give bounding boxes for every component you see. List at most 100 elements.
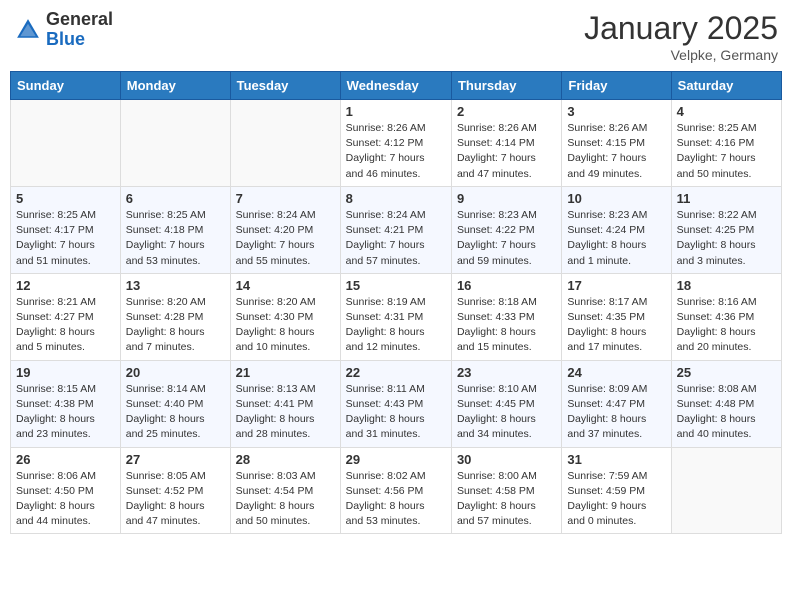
day-number: 9 xyxy=(457,191,556,206)
day-number: 2 xyxy=(457,104,556,119)
day-number: 28 xyxy=(236,452,335,467)
day-number: 14 xyxy=(236,278,335,293)
calendar-week-row: 5 Sunrise: 8:25 AM Sunset: 4:17 PM Daylig… xyxy=(11,186,782,273)
day-info: Sunrise: 8:21 AM Sunset: 4:27 PM Dayligh… xyxy=(16,295,115,356)
calendar-cell xyxy=(230,100,340,187)
calendar-cell: 21 Sunrise: 8:13 AM Sunset: 4:41 PM Dayli… xyxy=(230,360,340,447)
weekday-header: Thursday xyxy=(451,72,561,100)
day-number: 4 xyxy=(677,104,776,119)
calendar-cell: 5 Sunrise: 8:25 AM Sunset: 4:17 PM Daylig… xyxy=(11,186,121,273)
day-number: 31 xyxy=(567,452,665,467)
day-number: 17 xyxy=(567,278,665,293)
day-number: 16 xyxy=(457,278,556,293)
day-info: Sunrise: 8:26 AM Sunset: 4:14 PM Dayligh… xyxy=(457,121,556,182)
page-header: General Blue January 2025 Velpke, German… xyxy=(10,10,782,63)
day-number: 1 xyxy=(346,104,446,119)
day-number: 13 xyxy=(126,278,225,293)
day-info: Sunrise: 8:00 AM Sunset: 4:58 PM Dayligh… xyxy=(457,469,556,530)
weekday-header: Saturday xyxy=(671,72,781,100)
day-info: Sunrise: 8:25 AM Sunset: 4:18 PM Dayligh… xyxy=(126,208,225,269)
calendar-cell: 22 Sunrise: 8:11 AM Sunset: 4:43 PM Dayli… xyxy=(340,360,451,447)
day-number: 29 xyxy=(346,452,446,467)
logo-text: General Blue xyxy=(46,10,113,50)
day-info: Sunrise: 8:17 AM Sunset: 4:35 PM Dayligh… xyxy=(567,295,665,356)
calendar-cell: 17 Sunrise: 8:17 AM Sunset: 4:35 PM Dayli… xyxy=(562,273,671,360)
calendar-cell: 31 Sunrise: 7:59 AM Sunset: 4:59 PM Dayli… xyxy=(562,447,671,534)
day-info: Sunrise: 8:05 AM Sunset: 4:52 PM Dayligh… xyxy=(126,469,225,530)
day-info: Sunrise: 8:24 AM Sunset: 4:20 PM Dayligh… xyxy=(236,208,335,269)
day-info: Sunrise: 8:15 AM Sunset: 4:38 PM Dayligh… xyxy=(16,382,115,443)
day-info: Sunrise: 8:26 AM Sunset: 4:15 PM Dayligh… xyxy=(567,121,665,182)
day-number: 23 xyxy=(457,365,556,380)
weekday-header: Tuesday xyxy=(230,72,340,100)
weekday-header-row: SundayMondayTuesdayWednesdayThursdayFrid… xyxy=(11,72,782,100)
day-number: 8 xyxy=(346,191,446,206)
day-info: Sunrise: 8:24 AM Sunset: 4:21 PM Dayligh… xyxy=(346,208,446,269)
calendar-cell: 30 Sunrise: 8:00 AM Sunset: 4:58 PM Dayli… xyxy=(451,447,561,534)
day-number: 18 xyxy=(677,278,776,293)
calendar-cell xyxy=(11,100,121,187)
calendar-cell: 24Sunrise: 8:09 AM Sunset: 4:47 PM Dayli… xyxy=(562,360,671,447)
weekday-header: Monday xyxy=(120,72,230,100)
calendar-cell: 8 Sunrise: 8:24 AM Sunset: 4:21 PM Daylig… xyxy=(340,186,451,273)
calendar-week-row: 19 Sunrise: 8:15 AM Sunset: 4:38 PM Dayli… xyxy=(11,360,782,447)
calendar-cell: 1Sunrise: 8:26 AM Sunset: 4:12 PM Daylig… xyxy=(340,100,451,187)
logo-general: General xyxy=(46,10,113,30)
day-info: Sunrise: 8:13 AM Sunset: 4:41 PM Dayligh… xyxy=(236,382,335,443)
calendar-cell: 2 Sunrise: 8:26 AM Sunset: 4:14 PM Daylig… xyxy=(451,100,561,187)
calendar-cell: 29 Sunrise: 8:02 AM Sunset: 4:56 PM Dayli… xyxy=(340,447,451,534)
day-info: Sunrise: 8:11 AM Sunset: 4:43 PM Dayligh… xyxy=(346,382,446,443)
day-number: 11 xyxy=(677,191,776,206)
calendar-cell: 4 Sunrise: 8:25 AM Sunset: 4:16 PM Daylig… xyxy=(671,100,781,187)
calendar-cell xyxy=(120,100,230,187)
calendar-cell: 25 Sunrise: 8:08 AM Sunset: 4:48 PM Dayli… xyxy=(671,360,781,447)
weekday-header: Wednesday xyxy=(340,72,451,100)
calendar-cell: 6 Sunrise: 8:25 AM Sunset: 4:18 PM Daylig… xyxy=(120,186,230,273)
weekday-header: Friday xyxy=(562,72,671,100)
day-info: Sunrise: 8:25 AM Sunset: 4:16 PM Dayligh… xyxy=(677,121,776,182)
day-number: 25 xyxy=(677,365,776,380)
day-number: 5 xyxy=(16,191,115,206)
day-number: 3 xyxy=(567,104,665,119)
day-info: Sunrise: 8:25 AM Sunset: 4:17 PM Dayligh… xyxy=(16,208,115,269)
day-number: 21 xyxy=(236,365,335,380)
day-info: Sunrise: 8:10 AM Sunset: 4:45 PM Dayligh… xyxy=(457,382,556,443)
day-info: Sunrise: 8:22 AM Sunset: 4:25 PM Dayligh… xyxy=(677,208,776,269)
calendar-cell: 7Sunrise: 8:24 AM Sunset: 4:20 PM Daylig… xyxy=(230,186,340,273)
day-info: Sunrise: 8:02 AM Sunset: 4:56 PM Dayligh… xyxy=(346,469,446,530)
calendar-cell: 3 Sunrise: 8:26 AM Sunset: 4:15 PM Daylig… xyxy=(562,100,671,187)
day-info: Sunrise: 8:23 AM Sunset: 4:24 PM Dayligh… xyxy=(567,208,665,269)
day-number: 26 xyxy=(16,452,115,467)
weekday-header: Sunday xyxy=(11,72,121,100)
day-number: 19 xyxy=(16,365,115,380)
calendar-cell: 10 Sunrise: 8:23 AM Sunset: 4:24 PM Dayli… xyxy=(562,186,671,273)
day-number: 30 xyxy=(457,452,556,467)
location: Velpke, Germany xyxy=(584,47,778,63)
day-number: 12 xyxy=(16,278,115,293)
day-number: 10 xyxy=(567,191,665,206)
day-info: Sunrise: 8:08 AM Sunset: 4:48 PM Dayligh… xyxy=(677,382,776,443)
calendar-cell: 16 Sunrise: 8:18 AM Sunset: 4:33 PM Dayli… xyxy=(451,273,561,360)
calendar-cell: 15Sunrise: 8:19 AM Sunset: 4:31 PM Dayli… xyxy=(340,273,451,360)
day-info: Sunrise: 8:18 AM Sunset: 4:33 PM Dayligh… xyxy=(457,295,556,356)
day-info: Sunrise: 8:19 AM Sunset: 4:31 PM Dayligh… xyxy=(346,295,446,356)
day-info: Sunrise: 7:59 AM Sunset: 4:59 PM Dayligh… xyxy=(567,469,665,530)
logo-blue: Blue xyxy=(46,30,113,50)
day-number: 24 xyxy=(567,365,665,380)
calendar-cell: 14Sunrise: 8:20 AM Sunset: 4:30 PM Dayli… xyxy=(230,273,340,360)
calendar-cell: 12 Sunrise: 8:21 AM Sunset: 4:27 PM Dayli… xyxy=(11,273,121,360)
day-number: 20 xyxy=(126,365,225,380)
day-number: 27 xyxy=(126,452,225,467)
logo-icon xyxy=(14,16,42,44)
calendar-cell: 20 Sunrise: 8:14 AM Sunset: 4:40 PM Dayli… xyxy=(120,360,230,447)
calendar-week-row: 26Sunrise: 8:06 AM Sunset: 4:50 PM Dayli… xyxy=(11,447,782,534)
calendar-cell: 13 Sunrise: 8:20 AM Sunset: 4:28 PM Dayli… xyxy=(120,273,230,360)
day-info: Sunrise: 8:20 AM Sunset: 4:28 PM Dayligh… xyxy=(126,295,225,356)
day-number: 6 xyxy=(126,191,225,206)
day-number: 22 xyxy=(346,365,446,380)
calendar-cell: 28Sunrise: 8:03 AM Sunset: 4:54 PM Dayli… xyxy=(230,447,340,534)
day-info: Sunrise: 8:23 AM Sunset: 4:22 PM Dayligh… xyxy=(457,208,556,269)
calendar-cell xyxy=(671,447,781,534)
day-info: Sunrise: 8:14 AM Sunset: 4:40 PM Dayligh… xyxy=(126,382,225,443)
calendar-cell: 9 Sunrise: 8:23 AM Sunset: 4:22 PM Daylig… xyxy=(451,186,561,273)
